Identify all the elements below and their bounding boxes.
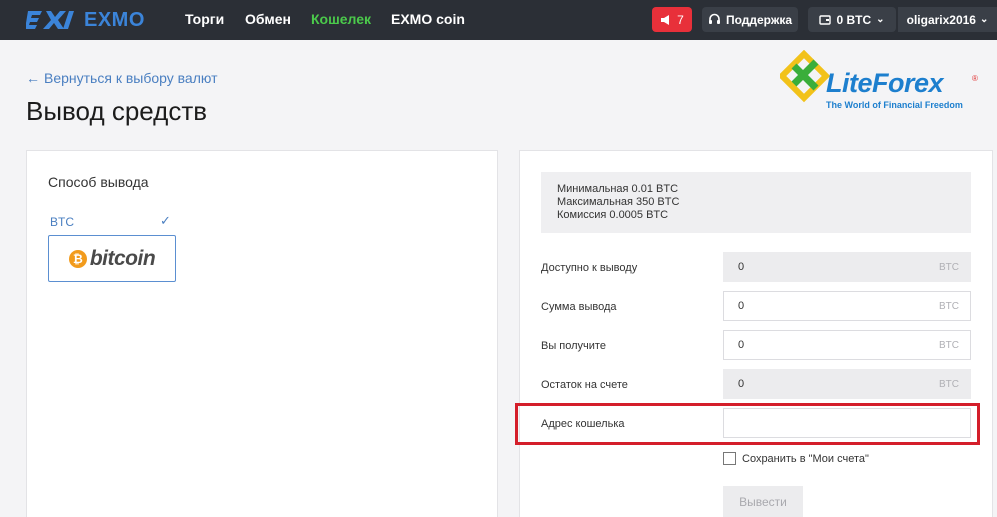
notifications-count: 7 [677,12,684,27]
available-label: Доступно к выводу [541,262,638,274]
address-highlight-frame [515,403,980,445]
check-icon: ✓ [160,213,171,228]
remaining-unit: BTC [939,378,959,390]
logo-text: EXMO [84,8,145,31]
available-unit: BTC [939,261,959,273]
bitcoin-icon: ₿ [68,249,87,268]
support-button[interactable]: Поддержка [702,7,798,32]
amount-unit: BTC [939,300,959,312]
remaining-field: 0 BTC [723,369,971,399]
save-checkbox[interactable] [723,452,736,465]
min-amount: Минимальная 0.01 BTC [557,183,679,195]
receive-label: Вы получите [541,340,606,352]
balance-label: 0 BTC [836,12,872,27]
bitcoin-logo-text: bitcoin [89,246,156,270]
page-title: Вывод средств [26,96,208,126]
nav-link-exchange[interactable]: Обмен [245,11,291,27]
support-label: Поддержка [725,12,793,27]
available-value: 0 [738,261,745,273]
max-amount: Максимальная 350 BTC [557,196,680,208]
amount-value: 0 [738,300,745,312]
amount-input[interactable]: 0 BTC [723,291,971,321]
limits-info: Минимальная 0.01 BTC Максимальная 350 BT… [541,172,971,233]
exmo-logo[interactable]: EXMO [26,7,145,33]
liteforex-brand: LiteForex [826,68,944,98]
currency-label: BTC [50,215,74,229]
nav-link-wallet[interactable]: Кошелек [311,11,371,27]
balance-dropdown[interactable]: 0 BTC ⌄ [808,7,896,32]
bitcoin-method-card[interactable]: ₿ bitcoin [48,235,176,282]
registered-mark: ® [972,74,978,83]
user-menu[interactable]: oligarix2016 ⌄ [898,7,997,32]
save-to-accounts[interactable]: Сохранить в "Мои счета" [723,452,869,465]
nav-link-exmo-coin[interactable]: EXMO coin [391,11,465,27]
exmo-logo-icon [26,11,74,29]
method-title: Способ вывода [48,174,149,190]
chevron-down-icon: ⌄ [876,14,885,25]
arrow-left-icon: ← [26,70,40,86]
available-field: 0 BTC [723,252,971,282]
headset-icon [708,13,720,24]
liteforex-logo-icon [780,50,831,103]
submit-button[interactable]: Вывести [723,486,803,517]
receive-unit: BTC [939,339,959,351]
nav-link-trading[interactable]: Торги [185,11,224,27]
liteforex-tagline: The World of Financial Freedom [826,100,963,110]
username: oligarix2016 [906,12,976,27]
amount-label: Сумма вывода [541,301,617,313]
receive-input[interactable]: 0 BTC [723,330,971,360]
top-nav: EXMO Торги Обмен Кошелек EXMO coin 7 Под… [0,0,997,40]
back-link-label: Вернуться к выбору валют [44,70,218,86]
save-label: Сохранить в "Мои счета" [742,452,869,465]
receive-value: 0 [738,339,745,351]
withdrawal-method-panel: Способ вывода BTC ✓ ₿ bitcoin [26,150,498,517]
liteforex-watermark: LiteForex ® The World of Financial Freed… [780,50,980,114]
remaining-value: 0 [738,378,745,390]
wallet-icon [819,14,832,25]
megaphone-icon [661,14,670,25]
notifications-button[interactable]: 7 [652,7,692,32]
fee: Комиссия 0.0005 BTC [557,209,669,221]
remaining-label: Остаток на счете [541,379,628,391]
back-link[interactable]: ← Вернуться к выбору валют [26,70,218,86]
chevron-down-icon: ⌄ [979,14,989,25]
